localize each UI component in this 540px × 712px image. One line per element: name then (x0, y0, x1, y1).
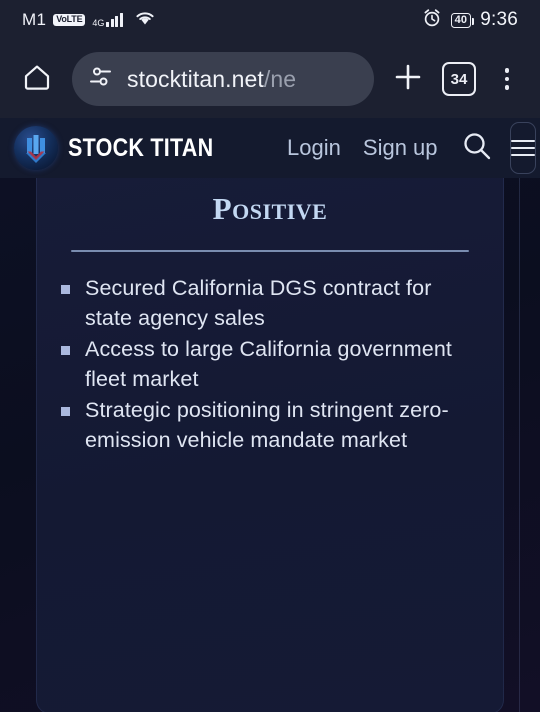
signup-link[interactable]: Sign up (363, 135, 438, 161)
plus-icon (392, 61, 424, 98)
positive-bullet-list: Secured California DGS contract for stat… (59, 274, 467, 455)
brand-name: STOCK TITAN (68, 133, 214, 162)
hamburger-icon (510, 139, 535, 157)
tab-count-label: 34 (450, 70, 468, 88)
browser-toolbar: stocktitan.net/ne 34 (0, 40, 540, 118)
volte-badge: VoLTE (53, 14, 86, 26)
positive-card: Positive Secured California DGS contract… (36, 178, 504, 712)
tune-icon[interactable] (88, 64, 114, 95)
carrier-label: M1 (22, 10, 47, 29)
battery-icon: 40 (450, 12, 474, 28)
url-path: /ne (263, 65, 297, 92)
page-scrollbar[interactable] (518, 178, 520, 712)
clock-label: 9:36 (480, 9, 518, 30)
stock-titan-logo[interactable] (14, 126, 58, 170)
header-nav: Login Sign up (287, 135, 437, 161)
three-dot-menu-icon (504, 68, 510, 90)
network-gen-label: 4G (92, 18, 105, 28)
search-button[interactable] (460, 129, 494, 168)
positive-card-title: Positive (212, 191, 328, 226)
site-header: STOCK TITAN Login Sign up (0, 118, 540, 178)
status-bar: M1 VoLTE 4G 40 9:36 (0, 0, 540, 40)
status-bar-left: M1 VoLTE 4G (22, 10, 156, 31)
login-link[interactable]: Login (287, 135, 341, 161)
new-tab-button[interactable] (388, 59, 428, 99)
address-bar[interactable]: stocktitan.net/ne (72, 52, 374, 106)
phone-screen: M1 VoLTE 4G 40 9:36 stocktitan.net/ne 34… (0, 0, 540, 712)
logo-mark-icon (26, 135, 46, 163)
page-content: Positive Secured California DGS contract… (0, 178, 540, 712)
home-button[interactable] (16, 58, 58, 100)
alarm-icon (422, 8, 442, 33)
list-item: Strategic positioning in stringent zero-… (59, 396, 467, 455)
mobile-menu-button[interactable] (509, 122, 536, 174)
status-bar-right: 40 9:36 (422, 8, 518, 33)
url-text[interactable]: stocktitan.net/ne (127, 66, 296, 93)
home-icon (21, 61, 53, 98)
wifi-icon (134, 10, 156, 31)
url-domain: stocktitan.net (127, 65, 264, 92)
list-item: Secured California DGS contract for stat… (59, 274, 467, 333)
list-item: Access to large California government fl… (59, 335, 467, 394)
tab-switcher-button[interactable]: 34 (442, 62, 476, 96)
search-icon (460, 129, 494, 168)
positive-divider (71, 250, 469, 252)
browser-menu-button[interactable] (490, 59, 524, 99)
signal-bars-icon: 4G (92, 13, 123, 28)
